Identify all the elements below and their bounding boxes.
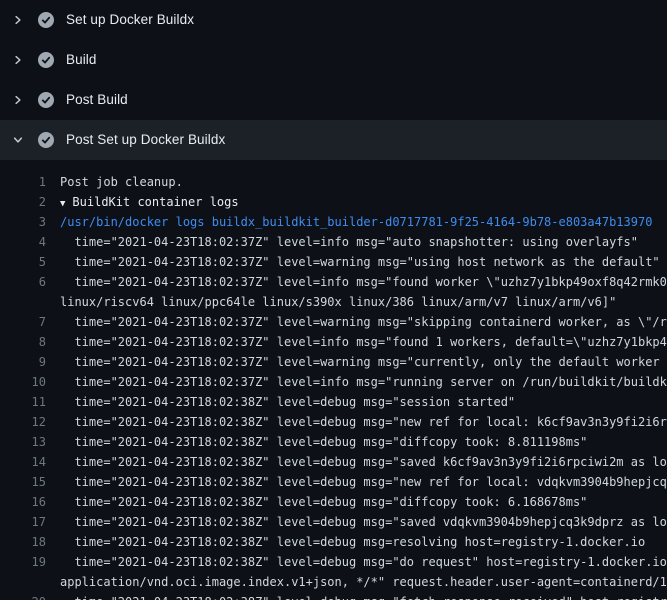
log-line-number[interactable]: 14: [0, 452, 60, 472]
log-line-number[interactable]: 10: [0, 372, 60, 392]
chevron-down-icon: [12, 134, 24, 146]
log-line-text: ▼ BuildKit container logs: [60, 192, 239, 212]
log-line-number[interactable]: [0, 292, 60, 312]
log-line-text: time="2021-04-23T18:02:37Z" level=warnin…: [60, 352, 667, 372]
log-line: application/vnd.oci.image.index.v1+json,…: [0, 572, 667, 592]
log-line: 2 ▼ BuildKit container logs: [0, 192, 667, 212]
log-line-text: time="2021-04-23T18:02:38Z" level=debug …: [60, 392, 515, 412]
log-line-number[interactable]: 9: [0, 352, 60, 372]
log-line: 4 time="2021-04-23T18:02:37Z" level=info…: [0, 232, 667, 252]
chevron-right-icon: [12, 14, 24, 26]
check-circle-icon: [38, 92, 54, 108]
log-line-number[interactable]: 3: [0, 212, 60, 232]
step-build[interactable]: Build: [0, 40, 667, 80]
log-line-text: time="2021-04-23T18:02:37Z" level=info m…: [60, 272, 667, 292]
log-line-number[interactable]: 7: [0, 312, 60, 332]
log-line-text: time="2021-04-23T18:02:37Z" level=warnin…: [60, 312, 667, 332]
check-circle-icon: [38, 12, 54, 28]
log-line-text: time="2021-04-23T18:02:38Z" level=debug …: [60, 432, 587, 452]
log-line-text: application/vnd.oci.image.index.v1+json,…: [60, 572, 667, 592]
log-line: 16 time="2021-04-23T18:02:38Z" level=deb…: [0, 492, 667, 512]
step-label: Build: [66, 53, 97, 67]
log-line-text: time="2021-04-23T18:02:38Z" level=debug …: [60, 552, 667, 572]
log-line-number[interactable]: 5: [0, 252, 60, 272]
log-line: 7 time="2021-04-23T18:02:37Z" level=warn…: [0, 312, 667, 332]
step-label: Post Set up Docker Buildx: [66, 133, 225, 147]
log-line-number[interactable]: 16: [0, 492, 60, 512]
log-group-label: BuildKit container logs: [72, 195, 238, 209]
log-line-number[interactable]: 4: [0, 232, 60, 252]
log-line-text: time="2021-04-23T18:02:37Z" level=info m…: [60, 232, 638, 252]
log-line-text: Post job cleanup.: [60, 172, 183, 192]
log-output: 1 Post job cleanup. 2 ▼ BuildKit containe…: [0, 160, 667, 600]
log-line-text: /usr/bin/docker logs buildx_buildkit_bui…: [60, 212, 652, 232]
step-post-build[interactable]: Post Build: [0, 80, 667, 120]
log-line: linux/riscv64 linux/ppc64le linux/s390x …: [0, 292, 667, 312]
log-line-number[interactable]: 17: [0, 512, 60, 532]
log-line: 6 time="2021-04-23T18:02:37Z" level=info…: [0, 272, 667, 292]
log-line-text: time="2021-04-23T18:02:38Z" level=debug …: [60, 592, 667, 600]
log-line-number[interactable]: 20: [0, 592, 60, 600]
log-line-number[interactable]: 6: [0, 272, 60, 292]
log-group-toggle-icon[interactable]: ▼: [60, 199, 65, 209]
log-line-number[interactable]: 18: [0, 532, 60, 552]
log-line: 11 time="2021-04-23T18:02:38Z" level=deb…: [0, 392, 667, 412]
log-line: 9 time="2021-04-23T18:02:37Z" level=warn…: [0, 352, 667, 372]
log-line: 18 time="2021-04-23T18:02:38Z" level=deb…: [0, 532, 667, 552]
log-line-text: time="2021-04-23T18:02:37Z" level=warnin…: [60, 252, 660, 272]
log-line-number[interactable]: 12: [0, 412, 60, 432]
log-line-text: time="2021-04-23T18:02:38Z" level=debug …: [60, 532, 645, 552]
log-line-number[interactable]: [0, 572, 60, 592]
log-line-number[interactable]: 1: [0, 172, 60, 192]
log-line: 1 Post job cleanup.: [0, 172, 667, 192]
step-label: Post Build: [66, 93, 128, 107]
log-line-text: time="2021-04-23T18:02:37Z" level=info m…: [60, 372, 667, 392]
log-line-number[interactable]: 11: [0, 392, 60, 412]
chevron-right-icon: [12, 54, 24, 66]
log-line-text: time="2021-04-23T18:02:38Z" level=debug …: [60, 512, 667, 532]
check-circle-icon: [38, 132, 54, 148]
step-set-up-docker-buildx[interactable]: Set up Docker Buildx: [0, 0, 667, 40]
log-line-number[interactable]: 15: [0, 472, 60, 492]
log-line: 3 /usr/bin/docker logs buildx_buildkit_b…: [0, 212, 667, 232]
step-post-set-up-docker-buildx[interactable]: Post Set up Docker Buildx: [0, 120, 667, 160]
chevron-right-icon: [12, 94, 24, 106]
log-line: 20 time="2021-04-23T18:02:38Z" level=deb…: [0, 592, 667, 600]
log-line-number[interactable]: 8: [0, 332, 60, 352]
log-line-text: time="2021-04-23T18:02:37Z" level=info m…: [60, 332, 667, 352]
log-line: 10 time="2021-04-23T18:02:37Z" level=inf…: [0, 372, 667, 392]
log-line: 19 time="2021-04-23T18:02:38Z" level=deb…: [0, 552, 667, 572]
log-line: 17 time="2021-04-23T18:02:38Z" level=deb…: [0, 512, 667, 532]
log-line: 15 time="2021-04-23T18:02:38Z" level=deb…: [0, 472, 667, 492]
log-line: 13 time="2021-04-23T18:02:38Z" level=deb…: [0, 432, 667, 452]
log-line: 12 time="2021-04-23T18:02:38Z" level=deb…: [0, 412, 667, 432]
log-line-number[interactable]: 13: [0, 432, 60, 452]
log-line: 5 time="2021-04-23T18:02:37Z" level=warn…: [0, 252, 667, 272]
step-label: Set up Docker Buildx: [66, 13, 194, 27]
check-circle-icon: [38, 52, 54, 68]
log-line-text: linux/riscv64 linux/ppc64le linux/s390x …: [60, 292, 616, 312]
log-line-text: time="2021-04-23T18:02:38Z" level=debug …: [60, 472, 667, 492]
log-line-number[interactable]: 2: [0, 192, 60, 212]
log-line-text: time="2021-04-23T18:02:38Z" level=debug …: [60, 492, 587, 512]
log-line-text: time="2021-04-23T18:02:38Z" level=debug …: [60, 452, 667, 472]
log-line-number[interactable]: 19: [0, 552, 60, 572]
log-line-text: time="2021-04-23T18:02:38Z" level=debug …: [60, 412, 667, 432]
log-line: 14 time="2021-04-23T18:02:38Z" level=deb…: [0, 452, 667, 472]
log-line: 8 time="2021-04-23T18:02:37Z" level=info…: [0, 332, 667, 352]
log-lines: 1 Post job cleanup. 2 ▼ BuildKit containe…: [0, 172, 667, 600]
workflow-log-viewer: Set up Docker Buildx Build Post Build Po…: [0, 0, 667, 600]
